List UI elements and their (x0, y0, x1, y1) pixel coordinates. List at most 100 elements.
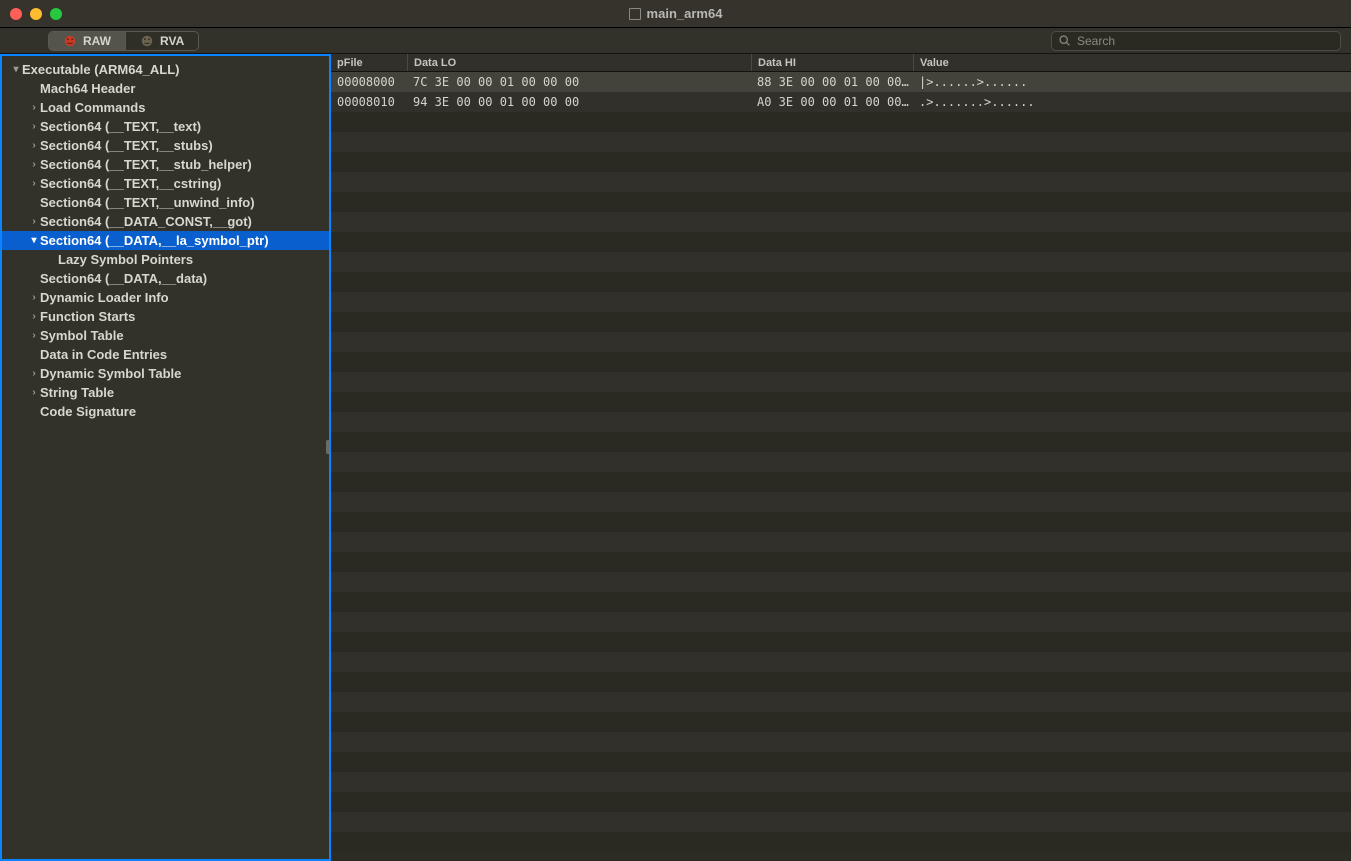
tree-item-label: Symbol Table (40, 328, 124, 343)
hex-row-empty (331, 212, 1351, 232)
disclosure-right-icon[interactable]: › (28, 159, 40, 170)
toolbar: RAW RVA (0, 28, 1351, 54)
disclosure-right-icon[interactable]: › (28, 121, 40, 132)
tree-item[interactable]: ›Section64 (__TEXT,__cstring) (2, 174, 329, 193)
hex-row-empty (331, 432, 1351, 452)
tree-item[interactable]: ›Section64 (__TEXT,__text) (2, 117, 329, 136)
hex-row-empty (331, 632, 1351, 652)
cell-value: .>.......>...... (913, 95, 1351, 109)
tree-item-label: Data in Code Entries (40, 347, 167, 362)
disclosure-right-icon[interactable]: › (28, 140, 40, 151)
tree-item-label: Section64 (__TEXT,__text) (40, 119, 201, 134)
tree-item[interactable]: ›String Table (2, 383, 329, 402)
header-value[interactable]: Value (913, 54, 1351, 71)
tree-item[interactable]: Section64 (__TEXT,__unwind_info) (2, 193, 329, 212)
hex-row-empty (331, 312, 1351, 332)
search-input[interactable] (1077, 34, 1334, 48)
disclosure-right-icon[interactable]: › (28, 368, 40, 379)
hex-row-empty (331, 272, 1351, 292)
tree-item[interactable]: ›Dynamic Symbol Table (2, 364, 329, 383)
hex-row-empty (331, 692, 1351, 712)
tree-item-label: String Table (40, 385, 114, 400)
tree-item[interactable]: ▾Executable (ARM64_ALL) (2, 60, 329, 79)
hex-row-empty (331, 352, 1351, 372)
tree-item[interactable]: ›Symbol Table (2, 326, 329, 345)
hex-row-empty (331, 772, 1351, 792)
cell-datalo: 94 3E 00 00 01 00 00 00 (407, 95, 751, 109)
hex-row-empty (331, 152, 1351, 172)
disclosure-right-icon[interactable]: › (28, 178, 40, 189)
tree-item[interactable]: Section64 (__DATA,__data) (2, 269, 329, 288)
hex-row-empty (331, 492, 1351, 512)
hex-row-empty (331, 372, 1351, 392)
splitter-handle[interactable] (326, 440, 331, 454)
tree-item-label: Executable (ARM64_ALL) (22, 62, 179, 77)
cell-datalo: 7C 3E 00 00 01 00 00 00 (407, 75, 751, 89)
tree-item[interactable]: ›Function Starts (2, 307, 329, 326)
tree-item-label: Load Commands (40, 100, 145, 115)
cell-pfile: 00008000 (331, 75, 407, 89)
structure-tree[interactable]: ▾Executable (ARM64_ALL)Mach64 Header›Loa… (2, 56, 329, 421)
cell-datahi: A0 3E 00 00 01 00 00… (751, 95, 913, 109)
disclosure-down-icon[interactable]: ▾ (10, 64, 22, 75)
tree-item-label: Section64 (__DATA_CONST,__got) (40, 214, 252, 229)
window-title: main_arm64 (647, 6, 723, 21)
tree-item[interactable]: ›Dynamic Loader Info (2, 288, 329, 307)
disclosure-right-icon[interactable]: › (28, 311, 40, 322)
hex-row-empty (331, 292, 1351, 312)
hex-row-empty (331, 332, 1351, 352)
tree-item-label: Section64 (__TEXT,__stubs) (40, 138, 213, 153)
hex-row-empty (331, 232, 1351, 252)
window-controls (10, 8, 62, 20)
tree-item[interactable]: ›Section64 (__TEXT,__stubs) (2, 136, 329, 155)
hex-row-empty (331, 652, 1351, 672)
tree-item[interactable]: Code Signature (2, 402, 329, 421)
hex-row[interactable]: 0000801094 3E 00 00 01 00 00 00A0 3E 00 … (331, 92, 1351, 112)
hex-row-empty (331, 472, 1351, 492)
hex-row[interactable]: 000080007C 3E 00 00 01 00 00 0088 3E 00 … (331, 72, 1351, 92)
hex-row-empty (331, 392, 1351, 412)
hex-row-empty (331, 612, 1351, 632)
tab-raw[interactable]: RAW (49, 32, 125, 50)
column-headers: pFile Data LO Data HI Value (331, 54, 1351, 72)
close-window-button[interactable] (10, 8, 22, 20)
tree-item[interactable]: Data in Code Entries (2, 345, 329, 364)
tree-item[interactable]: Mach64 Header (2, 79, 329, 98)
search-field[interactable] (1051, 31, 1341, 51)
hex-row-empty (331, 752, 1351, 772)
hex-row-empty (331, 672, 1351, 692)
hex-row-empty (331, 192, 1351, 212)
tree-item[interactable]: Lazy Symbol Pointers (2, 250, 329, 269)
tab-raw-label: RAW (83, 34, 111, 48)
hex-row-empty (331, 592, 1351, 612)
tree-item[interactable]: ›Section64 (__DATA_CONST,__got) (2, 212, 329, 231)
tree-item-label: Dynamic Symbol Table (40, 366, 181, 381)
tree-item-label: Section64 (__DATA,__la_symbol_ptr) (40, 233, 269, 248)
tab-rva[interactable]: RVA (125, 32, 198, 50)
hex-row-empty (331, 832, 1351, 852)
disclosure-right-icon[interactable]: › (28, 292, 40, 303)
header-datahi[interactable]: Data HI (751, 54, 913, 71)
sidebar: ▾Executable (ARM64_ALL)Mach64 Header›Loa… (0, 54, 331, 861)
disclosure-right-icon[interactable]: › (28, 102, 40, 113)
header-pfile[interactable]: pFile (331, 54, 407, 71)
disclosure-right-icon[interactable]: › (28, 216, 40, 227)
tree-item[interactable]: ›Load Commands (2, 98, 329, 117)
tree-item-label: Function Starts (40, 309, 135, 324)
disclosure-right-icon[interactable]: › (28, 330, 40, 341)
minimize-window-button[interactable] (30, 8, 42, 20)
tree-item-label: Lazy Symbol Pointers (58, 252, 193, 267)
tab-rva-label: RVA (160, 34, 184, 48)
disclosure-right-icon[interactable]: › (28, 387, 40, 398)
tree-item-label: Section64 (__TEXT,__cstring) (40, 176, 221, 191)
hex-grid[interactable]: 000080007C 3E 00 00 01 00 00 0088 3E 00 … (331, 72, 1351, 861)
hex-row-empty (331, 812, 1351, 832)
hex-row-empty (331, 712, 1351, 732)
zoom-window-button[interactable] (50, 8, 62, 20)
search-icon (1058, 34, 1071, 47)
disclosure-down-icon[interactable]: ▾ (28, 235, 40, 246)
tree-item[interactable]: ›Section64 (__TEXT,__stub_helper) (2, 155, 329, 174)
hex-row-empty (331, 512, 1351, 532)
header-datalo[interactable]: Data LO (407, 54, 751, 71)
tree-item[interactable]: ▾Section64 (__DATA,__la_symbol_ptr) (2, 231, 329, 250)
